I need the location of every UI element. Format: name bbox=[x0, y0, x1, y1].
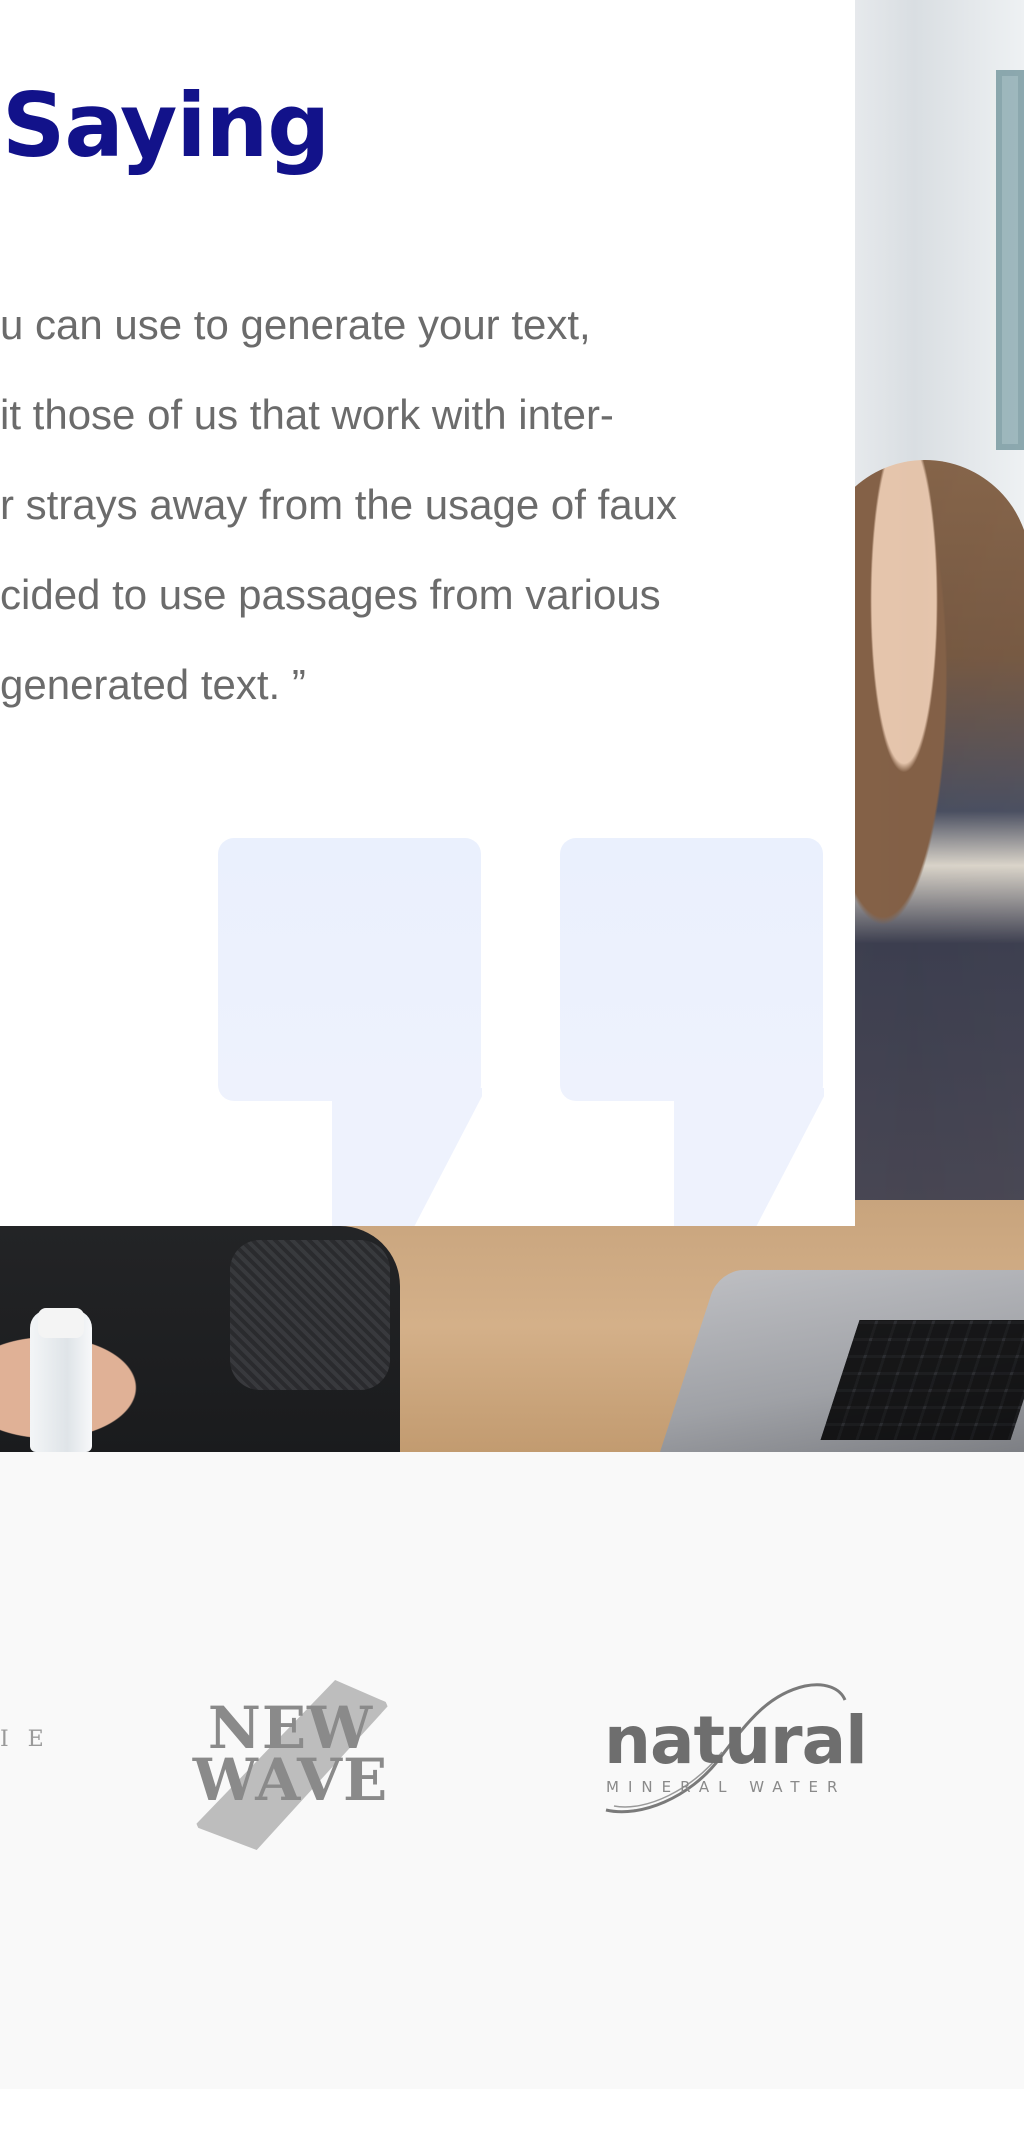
testimonial-card: Saying u can use to generate your text, … bbox=[0, 0, 855, 1226]
photo-window bbox=[996, 70, 1024, 450]
logo-line-2: WAVE bbox=[192, 1746, 389, 1814]
client-logos-section bbox=[0, 1452, 1024, 2089]
testimonial-quote: u can use to generate your text, it thos… bbox=[0, 280, 760, 730]
quote-mark-icon bbox=[218, 838, 483, 1226]
photo-chair-mesh bbox=[230, 1240, 390, 1390]
quote-line: r strays away from the usage of faux bbox=[0, 481, 677, 528]
natural-mineral-water-logo: natural MINERAL WATER bbox=[600, 1678, 868, 1818]
quote-line: cided to use passages from various bbox=[0, 571, 661, 618]
testimonial-title: Saying bbox=[2, 74, 330, 177]
new-wave-logo: NEW WAVE bbox=[188, 1660, 393, 1850]
quote-line: it those of us that work with inter- bbox=[0, 391, 614, 438]
logo-word: natural bbox=[604, 1702, 868, 1779]
photo-bottle-cap bbox=[38, 1308, 84, 1338]
quote-line: generated text. ” bbox=[0, 661, 306, 708]
client-logo-partial: I E bbox=[0, 1727, 50, 1752]
quote-mark-icon bbox=[560, 838, 825, 1226]
logo-tagline: MINERAL WATER bbox=[606, 1778, 847, 1796]
page-bottom bbox=[0, 2089, 1024, 2135]
quote-line: u can use to generate your text, bbox=[0, 301, 591, 348]
